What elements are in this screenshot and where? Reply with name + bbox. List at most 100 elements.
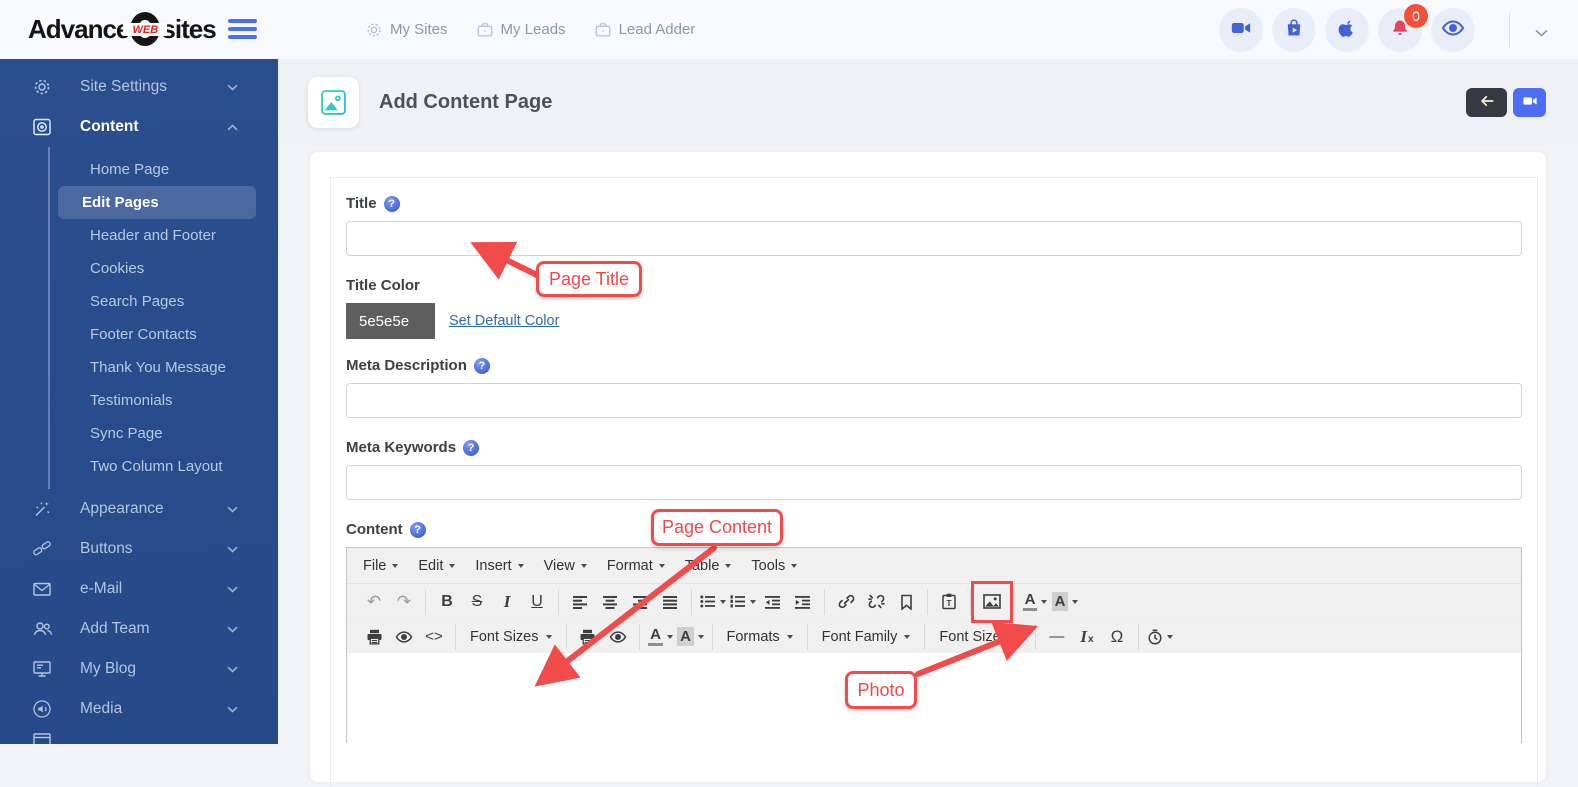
- align-center-icon[interactable]: [595, 589, 625, 615]
- brand-logo[interactable]: Advance WEB sites: [28, 10, 216, 48]
- menu-view[interactable]: View: [534, 552, 597, 580]
- chevron-down-icon[interactable]: [1535, 24, 1548, 42]
- numbered-list-icon[interactable]: [728, 589, 758, 615]
- sidebar-subitem-thank-you-message[interactable]: Thank You Message: [58, 351, 256, 384]
- sidebar-item-email[interactable]: e-Mail: [0, 569, 278, 609]
- font-sizes-dropdown[interactable]: Font Sizes: [931, 624, 1029, 650]
- help-icon[interactable]: ?: [474, 358, 490, 374]
- video-help-button[interactable]: [1513, 88, 1546, 117]
- menu-tools[interactable]: Tools: [741, 552, 807, 580]
- picture-tile-icon: [308, 77, 359, 128]
- strikethrough-icon[interactable]: S: [462, 589, 492, 615]
- sidebar-item-media[interactable]: Media: [0, 689, 278, 729]
- editor-content-area[interactable]: [347, 653, 1521, 749]
- print-icon[interactable]: [359, 624, 389, 650]
- sidebar-item-site-settings[interactable]: Site Settings: [0, 67, 278, 107]
- align-left-icon[interactable]: [565, 589, 595, 615]
- editor-menubar: File Edit Insert View Format Table Tools: [347, 548, 1521, 584]
- video-button[interactable]: [1219, 8, 1263, 52]
- menu-edit[interactable]: Edit: [408, 552, 465, 580]
- underline-icon[interactable]: U: [522, 589, 552, 615]
- sidebar-subitem-testimonials[interactable]: Testimonials: [58, 384, 256, 417]
- source-code-icon[interactable]: <>: [419, 624, 449, 650]
- sidebar-subitem-edit-pages[interactable]: Edit Pages: [58, 186, 256, 219]
- sidebar-item-content[interactable]: Content: [0, 107, 278, 147]
- sidebar-item-my-blog[interactable]: My Blog: [0, 649, 278, 689]
- unlink-icon[interactable]: [861, 589, 891, 615]
- menu-table[interactable]: Table: [675, 552, 742, 580]
- align-justify-icon[interactable]: [655, 589, 685, 615]
- annotation-page-title: Page Title: [536, 261, 642, 297]
- title-input[interactable]: [346, 221, 1522, 256]
- font-family-dropdown[interactable]: Font Family: [814, 624, 919, 650]
- content-label: Content: [346, 521, 403, 538]
- sidebar-subitem-header-and-footer[interactable]: Header and Footer: [58, 219, 256, 252]
- notifications-button[interactable]: 0: [1378, 8, 1422, 52]
- color-swatch[interactable]: 5e5e5e: [346, 303, 435, 339]
- meta-keywords-input[interactable]: [346, 465, 1522, 500]
- topnav-my-leads[interactable]: My Leads: [476, 21, 566, 39]
- form-panel: Title ? Title Color 5e5e5e Set Default C…: [330, 177, 1538, 787]
- link-icon[interactable]: [831, 589, 861, 615]
- sidebar-item-label: Buttons: [80, 540, 133, 558]
- sidebar-item-label: Appearance: [80, 500, 164, 518]
- bullet-list-icon[interactable]: [698, 589, 728, 615]
- chevron-down-icon: [227, 626, 238, 633]
- video-camera-icon: [1230, 17, 1252, 44]
- brand-badge-text: WEB: [133, 24, 159, 36]
- paste-text-icon[interactable]: T: [934, 589, 964, 615]
- indent-icon[interactable]: [788, 589, 818, 615]
- store-button[interactable]: [1272, 8, 1316, 52]
- topnav-lead-adder[interactable]: Lead Adder: [594, 21, 696, 39]
- preview-eye-icon[interactable]: [603, 624, 633, 650]
- italic-icon[interactable]: I: [492, 589, 522, 615]
- formats-dropdown[interactable]: Formats: [719, 624, 801, 650]
- topnav-my-sites[interactable]: My Sites: [365, 21, 448, 39]
- back-button[interactable]: [1466, 88, 1507, 117]
- hamburger-menu-icon[interactable]: [228, 19, 257, 43]
- undo-icon[interactable]: ↶: [359, 589, 389, 615]
- sidebar-item-label: e-Mail: [80, 580, 122, 598]
- preview-button[interactable]: [1431, 8, 1475, 52]
- outdent-icon[interactable]: [758, 589, 788, 615]
- background-color-icon[interactable]: A: [1050, 589, 1080, 615]
- font-sizes-dropdown[interactable]: Font Sizes: [462, 624, 560, 650]
- preview-eye-icon[interactable]: [389, 624, 419, 650]
- shopping-bag-play-icon: [1284, 18, 1304, 43]
- text-color-icon[interactable]: A: [1020, 589, 1050, 615]
- sidebar-subitem-sync-page[interactable]: Sync Page: [58, 417, 256, 450]
- clear-formatting-icon[interactable]: Ix: [1072, 624, 1102, 650]
- menu-insert[interactable]: Insert: [465, 552, 533, 580]
- sidebar-item-buttons[interactable]: Buttons: [0, 529, 278, 569]
- sidebar-subitem-home-page[interactable]: Home Page: [58, 153, 256, 186]
- sidebar-subitem-search-pages[interactable]: Search Pages: [58, 285, 256, 318]
- text-color-icon[interactable]: A: [646, 624, 676, 650]
- apple-button[interactable]: [1325, 8, 1369, 52]
- help-icon[interactable]: ?: [463, 440, 479, 456]
- special-character-icon[interactable]: Ω: [1102, 624, 1132, 650]
- menu-file[interactable]: File: [353, 552, 408, 580]
- print-icon[interactable]: [573, 624, 603, 650]
- bookmark-icon[interactable]: [891, 589, 921, 615]
- background-color-icon[interactable]: A: [676, 624, 706, 650]
- sidebar-subitem-footer-contacts[interactable]: Footer Contacts: [58, 318, 256, 351]
- set-default-color-link[interactable]: Set Default Color: [449, 313, 559, 329]
- redo-icon[interactable]: ↷: [389, 589, 419, 615]
- restore-draft-clock-icon[interactable]: [1145, 624, 1175, 650]
- sidebar-item-appearance[interactable]: Appearance: [0, 489, 278, 529]
- help-icon[interactable]: ?: [410, 522, 426, 538]
- meta-description-input[interactable]: [346, 383, 1522, 418]
- chevron-down-icon: [227, 666, 238, 673]
- sidebar-item-add-team[interactable]: Add Team: [0, 609, 278, 649]
- align-right-icon[interactable]: [625, 589, 655, 615]
- sidebar-subitem-two-column-layout[interactable]: Two Column Layout: [58, 450, 256, 483]
- video-camera-icon: [1522, 93, 1538, 112]
- horizontal-rule-icon[interactable]: —: [1042, 624, 1072, 650]
- editor-toolbar-row2: <> Font Sizes: [347, 619, 1521, 653]
- help-icon[interactable]: ?: [384, 196, 400, 212]
- menu-format[interactable]: Format: [597, 552, 675, 580]
- insert-image-icon[interactable]: [977, 589, 1007, 615]
- sidebar-item-label: Site Settings: [80, 78, 167, 96]
- sidebar-subitem-cookies[interactable]: Cookies: [58, 252, 256, 285]
- bold-icon[interactable]: B: [432, 589, 462, 615]
